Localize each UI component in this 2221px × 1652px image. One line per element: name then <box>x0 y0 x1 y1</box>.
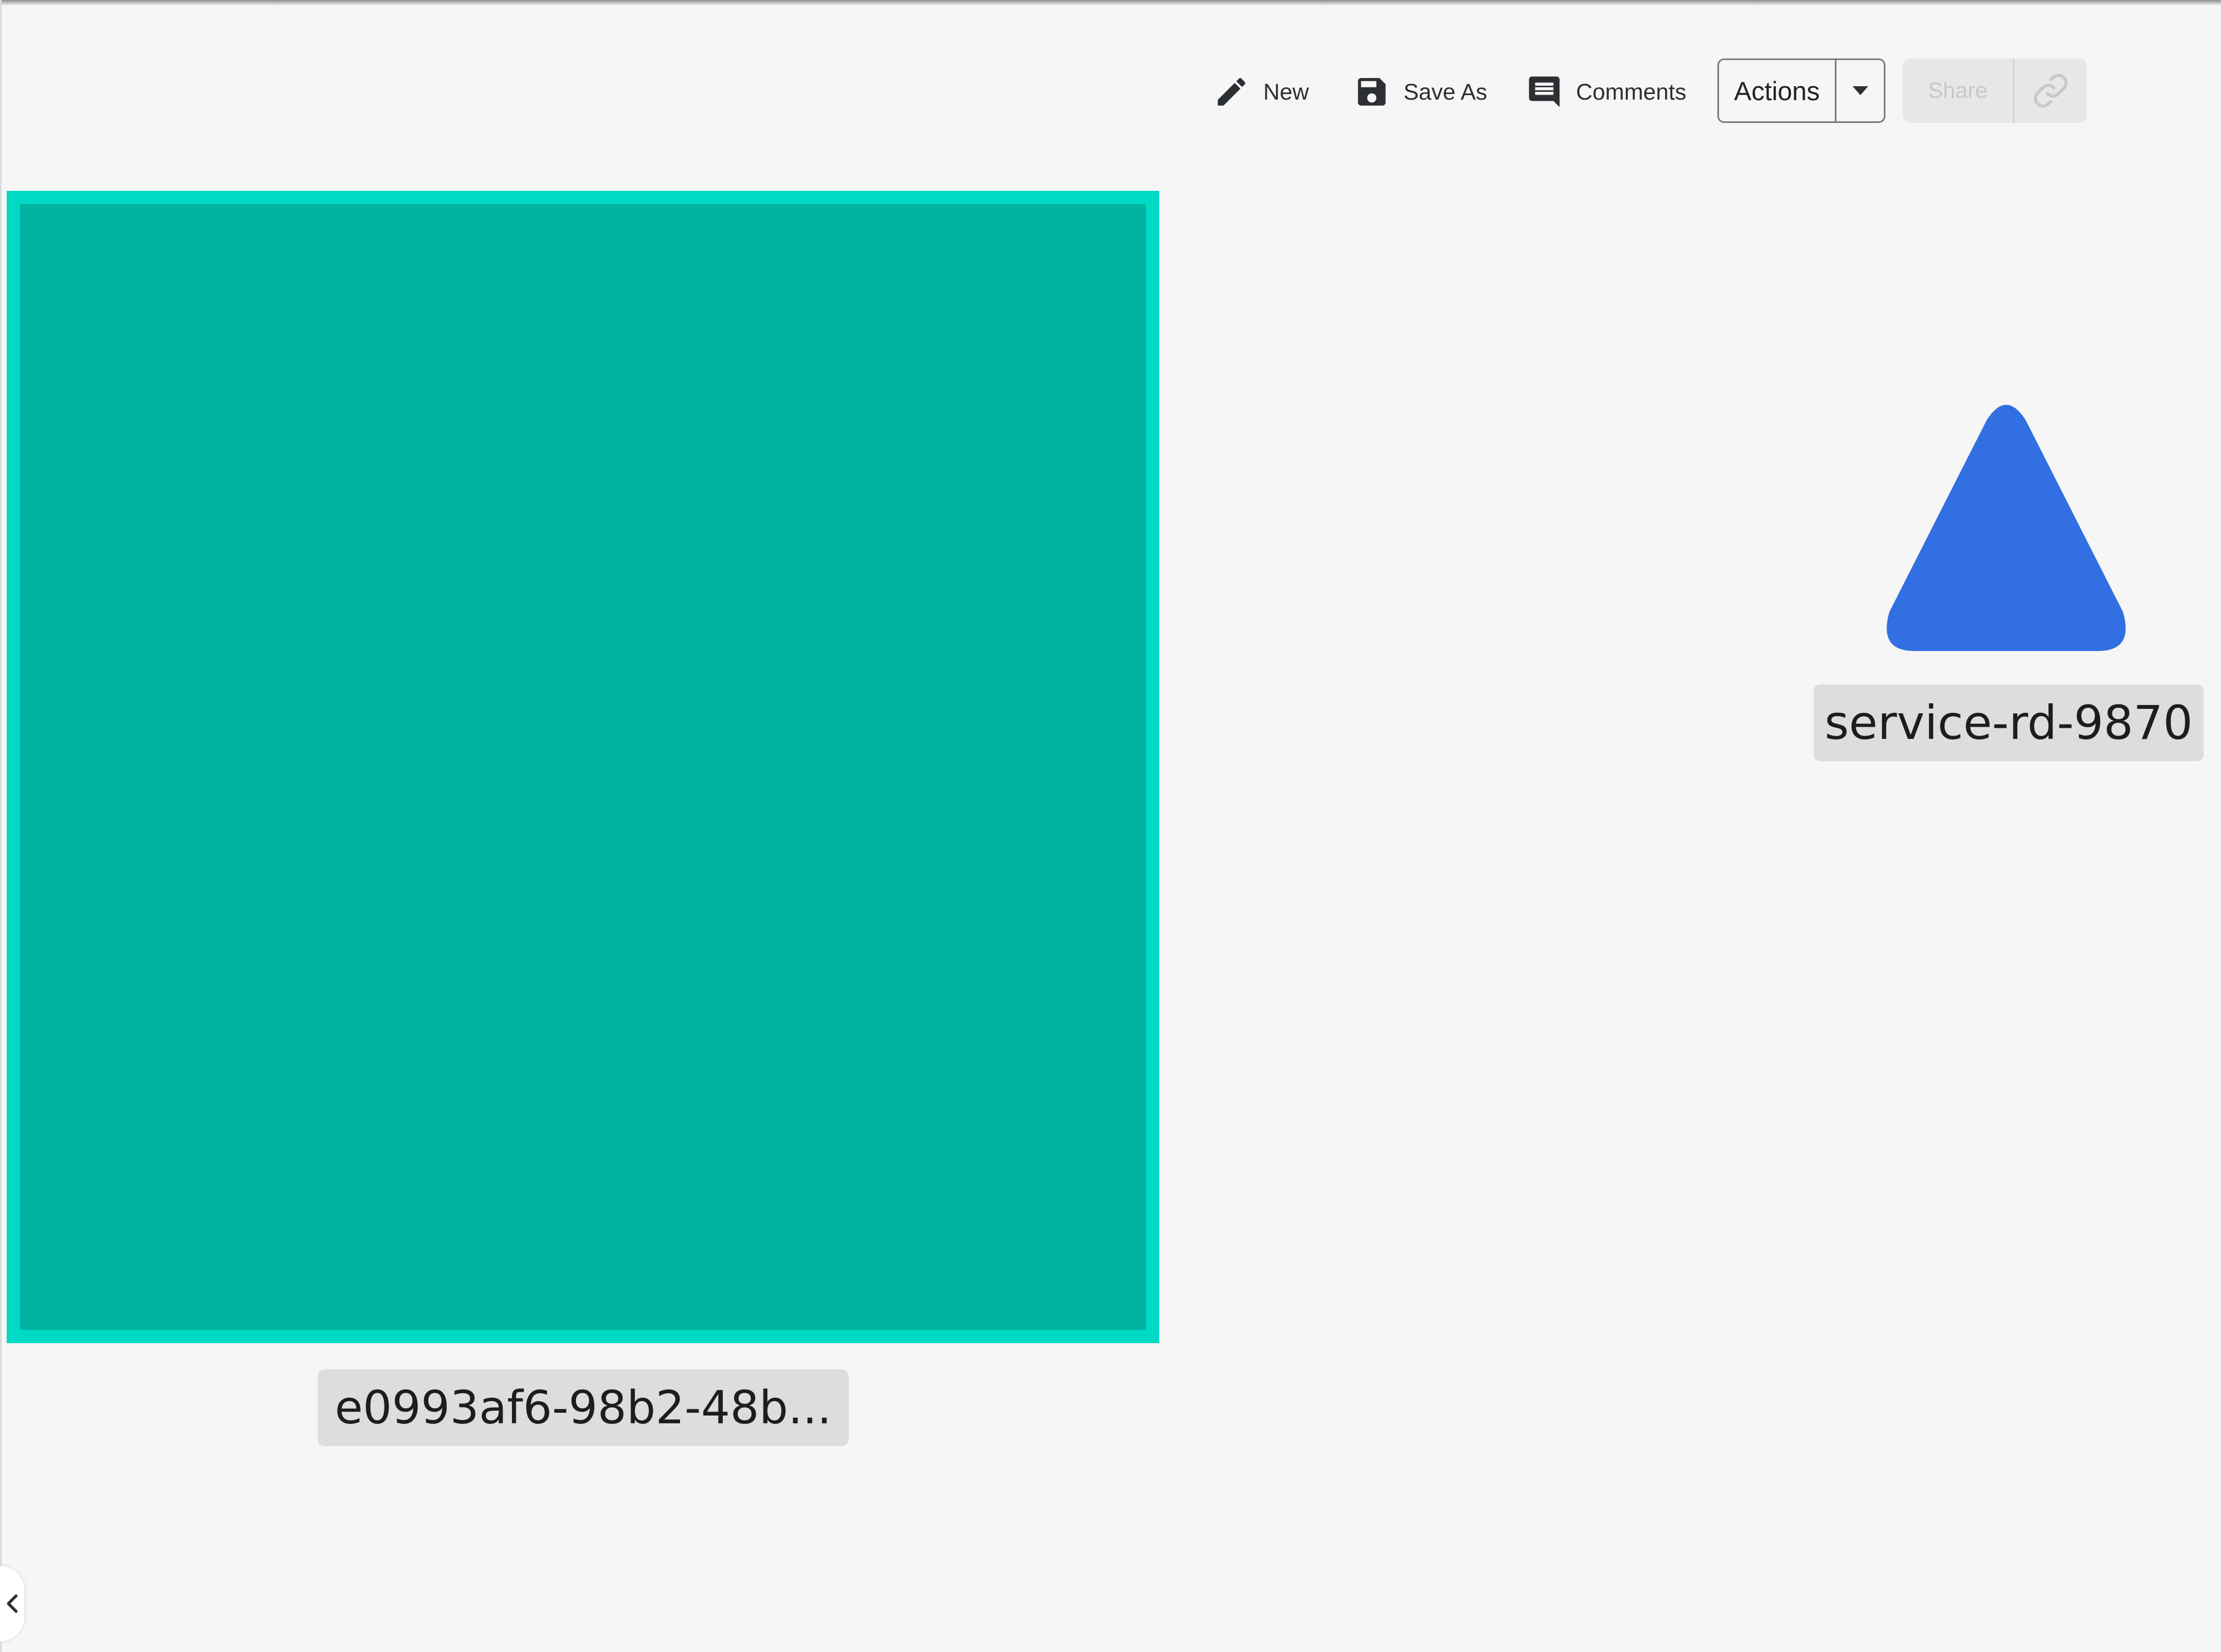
comments-button-label: Comments <box>1576 78 1687 105</box>
floppy-disk-icon <box>1353 73 1390 110</box>
square-node-label[interactable]: e0993af6-98b2-48b... <box>318 1369 849 1446</box>
share-button[interactable]: Share <box>1903 58 2015 123</box>
square-node[interactable] <box>7 191 1159 1343</box>
save-as-button-label: Save As <box>1403 78 1488 105</box>
new-button[interactable]: New <box>1213 67 1309 117</box>
window-top-edge <box>0 0 2221 6</box>
share-split-button: Share <box>1903 58 2087 123</box>
caret-down-icon <box>1852 86 1868 95</box>
triangle-node[interactable] <box>1875 398 2137 654</box>
link-icon <box>2032 72 2069 109</box>
pencil-icon <box>1213 73 1250 110</box>
panel-toggle-button[interactable] <box>0 1566 24 1641</box>
comment-icon <box>1526 73 1563 110</box>
new-button-label: New <box>1263 78 1309 105</box>
chevron-left-icon <box>5 1592 19 1615</box>
comments-button[interactable]: Comments <box>1526 67 1686 117</box>
triangle-shape <box>1887 405 2126 651</box>
actions-button[interactable]: Actions <box>1719 60 1836 121</box>
triangle-node-label[interactable]: service-rd-9870 <box>1814 684 2204 761</box>
actions-dropdown-toggle[interactable] <box>1836 60 1884 121</box>
save-as-button[interactable]: Save As <box>1353 67 1487 117</box>
actions-split-button: Actions <box>1717 58 1885 123</box>
copy-link-button[interactable] <box>2015 58 2087 123</box>
left-panel-edge <box>0 0 2 1652</box>
